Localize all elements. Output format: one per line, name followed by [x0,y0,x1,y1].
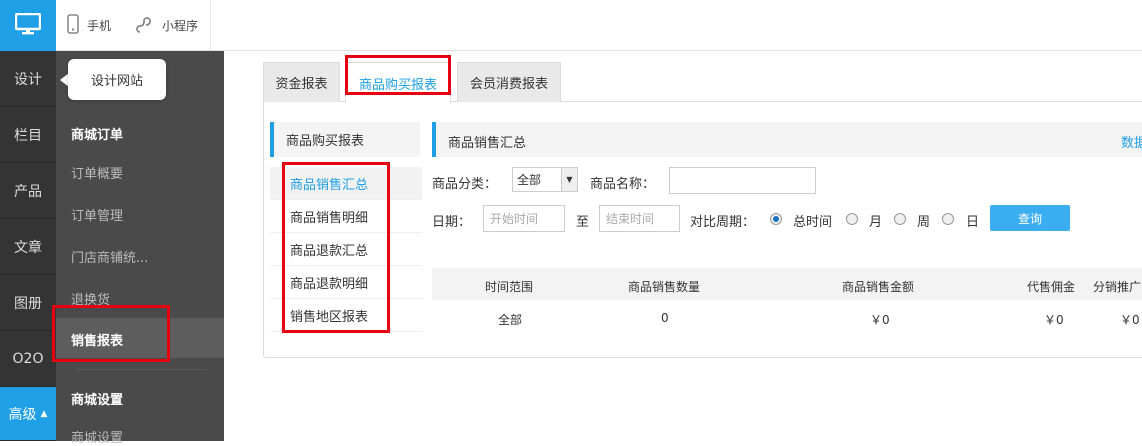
nav-item-order-overview[interactable]: 订单概要 [71,163,123,182]
submenu-item-sales-detail[interactable]: 商品销售明细 [270,200,422,233]
submenu-item-sales-summary[interactable]: 商品销售汇总 [270,167,422,200]
primary-item-columns[interactable]: 栏目 [0,107,56,163]
top-miniprogram-label: 小程序 [162,19,199,33]
submenu-item-region-report[interactable]: 销售地区报表 [270,299,422,332]
primary-item-o2o[interactable]: O2O [0,331,56,387]
top-mobile-item[interactable]: 手机 [67,0,111,51]
submenu-item-label: 商品退款明细 [290,276,369,292]
date-label: 日期： [432,215,472,230]
tab-product-purchase-report[interactable]: 商品购买报表 [345,62,451,103]
primary-item-products[interactable]: 产品 [0,163,56,219]
category-select-value: 全部 [517,173,542,187]
phone-icon [67,14,79,37]
table-cell: ￥0 [1044,313,1064,327]
table-header-cell: 商品销售金额 [842,280,915,294]
category-label: 商品分类： [432,177,498,192]
table-header-cell: 分销推广 [1093,280,1142,294]
primary-item-label: 图册 [14,295,42,312]
nav-section-settings: 商城设置 [71,393,124,408]
start-date-placeholder: 开始时间 [490,212,539,226]
top-divider [210,0,211,51]
site-logo-button[interactable] [0,0,56,51]
start-date-input[interactable]: 开始时间 [483,205,565,232]
miniprogram-icon [134,14,154,37]
caret-up-icon: ▲ [40,408,48,419]
table-header-cell: 时间范围 [485,280,534,294]
submenu-item-label: 商品销售汇总 [290,177,369,193]
submenu-item-label: 销售地区报表 [290,309,369,325]
primary-item-label: 文章 [14,239,42,256]
submenu-item-refund-detail[interactable]: 商品退款明细 [270,266,422,299]
period-radio-day[interactable] [942,213,954,225]
primary-item-label: 设计 [14,71,42,88]
end-date-input[interactable]: 结束时间 [599,205,680,232]
period-option-total: 总时间 [793,215,833,230]
primary-item-articles[interactable]: 文章 [0,219,56,275]
top-mobile-label: 手机 [87,19,112,33]
dropdown-arrow-icon: ▼ [561,168,577,191]
table-cell: ￥0 [870,313,890,327]
tab-label: 商品购买报表 [358,77,437,93]
primary-item-label: 栏目 [14,127,42,144]
primary-item-label: O2O [12,350,44,367]
content-title: 商品销售汇总 [448,136,527,151]
top-miniprogram-item[interactable]: 小程序 [134,0,198,51]
data-link[interactable]: 数据 [1121,132,1142,151]
nav-item-sales-report[interactable]: 销售报表 [56,318,224,358]
submenu-title-text: 商品购买报表 [286,134,365,149]
period-radio-week[interactable] [894,213,906,225]
tab-member-consumption-report[interactable]: 会员消费报表 [457,62,561,102]
content-header: 商品销售汇总 数据 [432,122,1142,157]
nav-item-order-manage[interactable]: 订单管理 [71,205,123,224]
table-cell: 0 [661,311,669,325]
product-name-label: 商品名称： [590,177,656,192]
monitor-icon [14,12,42,39]
product-name-input[interactable] [669,167,816,194]
date-to-label: 至 [576,215,590,230]
primary-item-albums[interactable]: 图册 [0,275,56,331]
tab-fund-report[interactable]: 资金报表 [263,62,340,102]
primary-item-design[interactable]: 设计 [0,51,56,107]
table-cell: 全部 [498,313,523,327]
submenu-title: 商品购买报表 [270,122,420,157]
secondary-sidebar: 商城订单 订单概要 订单管理 门店商铺统... 退换货 销售报表 商城设置 商城… [56,51,224,446]
tooltip-design-site: 设计网站 [68,59,166,100]
table-cell: ￥0 [1120,313,1140,327]
submenu-item-label: 商品退款汇总 [290,243,369,259]
nav-item-store-stats[interactable]: 门店商铺统... [71,247,148,266]
period-option-month: 月 [869,215,883,230]
period-radio-month[interactable] [846,213,858,225]
submenu-item-label: 商品销售明细 [290,210,369,226]
nav-section-orders: 商城订单 [71,128,124,143]
query-button-label: 查询 [1017,211,1042,226]
query-button[interactable]: 查询 [990,205,1070,231]
tab-label: 资金报表 [275,77,328,92]
table-header-cell: 商品销售数量 [628,280,701,294]
nav-item-sales-report-label: 销售报表 [71,334,124,349]
category-select[interactable]: 全部 ▼ [512,167,578,192]
primary-item-label: 产品 [14,183,42,200]
period-radio-total[interactable] [770,213,782,225]
nav-item-mall-settings[interactable]: 商城设置 [71,427,123,446]
period-option-day: 日 [966,215,980,230]
primary-item-label: 高级 [8,406,37,423]
period-option-week: 周 [917,215,931,230]
end-date-placeholder: 结束时间 [606,212,655,226]
tab-label: 会员消费报表 [469,77,548,92]
tooltip-text: 设计网站 [90,74,143,89]
primary-sidebar: 设计 栏目 产品 文章 图册 O2O 高级 ▲ [0,51,56,441]
period-label: 对比周期： [690,215,756,230]
table-header-cell: 代售佣金 [1027,280,1076,294]
nav-item-returns[interactable]: 退换货 [71,289,110,308]
primary-item-advanced[interactable]: 高级 ▲ [0,387,56,441]
submenu-item-refund-summary[interactable]: 商品退款汇总 [270,233,422,266]
nav-divider [76,369,206,370]
